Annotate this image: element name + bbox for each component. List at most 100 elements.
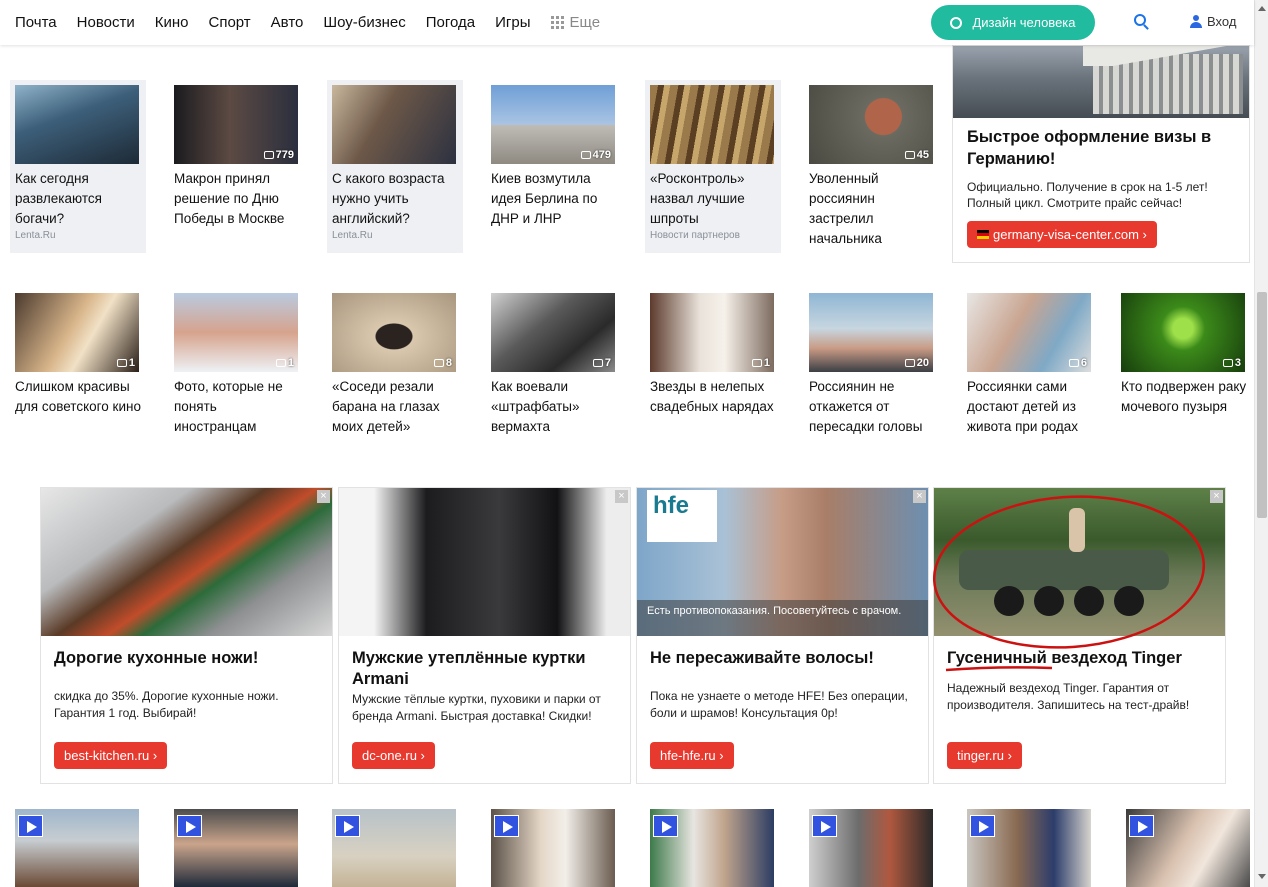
close-icon[interactable]: ×: [913, 490, 926, 503]
play-icon[interactable]: [18, 815, 43, 837]
ad-card[interactable]: × Гусеничный вездеход Tinger Надежный ве…: [933, 487, 1226, 784]
play-icon[interactable]: [494, 815, 519, 837]
nav-item-mail[interactable]: Почта: [15, 14, 57, 31]
play-icon[interactable]: [653, 815, 678, 837]
news-card[interactable]: 1 Фото, которые не понять иностранцам: [169, 288, 305, 438]
news-title[interactable]: Слишком красивы для советского кино: [15, 377, 143, 417]
ad-title[interactable]: Дорогие кухонные ножи!: [54, 648, 324, 669]
page-scrollbar[interactable]: [1254, 0, 1268, 887]
ad-image[interactable]: hfe Есть противопоказания. Посоветуйтесь…: [637, 488, 928, 636]
play-icon[interactable]: [812, 815, 837, 837]
ad-link-button[interactable]: tinger.ru ›: [947, 742, 1022, 769]
news-thumbnail[interactable]: 6: [967, 293, 1091, 372]
news-thumbnail[interactable]: 1: [174, 293, 298, 372]
news-card[interactable]: 779 Макрон принял решение по Дню Победы …: [169, 80, 305, 253]
scroll-up-arrow-icon[interactable]: [1258, 6, 1266, 11]
news-card[interactable]: 7 Как воевали «штрафбаты» вермахта: [486, 288, 622, 438]
ad-title[interactable]: Гусеничный вездеход Tinger: [947, 648, 1217, 669]
ad-link-button[interactable]: dc-one.ru ›: [352, 742, 435, 769]
news-card[interactable]: 6 Россиянки сами достают детей из живота…: [962, 288, 1098, 438]
news-title[interactable]: Россиянин не откажется от пересадки голо…: [809, 377, 937, 437]
login-button[interactable]: Вход: [1190, 14, 1236, 29]
design-human-button[interactable]: Дизайн человека: [931, 5, 1095, 40]
news-card[interactable]: 3 Кто подвержен раку мочевого пузыря: [1116, 288, 1252, 438]
play-icon[interactable]: [335, 815, 360, 837]
ad-image[interactable]: ×: [934, 488, 1225, 636]
ad-image[interactable]: ×: [41, 488, 332, 636]
news-title[interactable]: Кто подвержен раку мочевого пузыря: [1121, 377, 1249, 417]
ad-card[interactable]: × Дорогие кухонные ножи! скидка до 35%. …: [40, 487, 333, 784]
visa-ad-block[interactable]: Быстрое оформление визы в Германию! Офиц…: [952, 45, 1250, 263]
news-title[interactable]: Звезды в нелепых свадебных нарядах: [650, 377, 778, 417]
nav-item-games[interactable]: Игры: [495, 14, 530, 31]
video-thumbnail[interactable]: [174, 809, 298, 887]
news-title[interactable]: Как воевали «штрафбаты» вермахта: [491, 377, 619, 437]
news-title[interactable]: Киев возмутила идея Берлина по ДНР и ЛНР: [491, 169, 619, 229]
close-icon[interactable]: ×: [615, 490, 628, 503]
news-card[interactable]: 8 «Соседи резали барана на глазах моих д…: [327, 288, 463, 438]
nav-item-showbiz[interactable]: Шоу-бизнес: [323, 14, 405, 31]
news-thumbnail[interactable]: 779: [174, 85, 298, 164]
news-thumbnail[interactable]: 20: [809, 293, 933, 372]
close-icon[interactable]: ×: [317, 490, 330, 503]
news-thumbnail[interactable]: 1: [15, 293, 139, 372]
news-card[interactable]: С какого возраста нужно учить английский…: [327, 80, 463, 253]
news-card[interactable]: 479 Киев возмутила идея Берлина по ДНР и…: [486, 80, 622, 253]
video-thumbnail[interactable]: [1126, 809, 1250, 887]
ad-title[interactable]: Мужские утеплённые куртки Armani: [352, 648, 622, 690]
nav-item-sport[interactable]: Спорт: [208, 14, 250, 31]
nav-item-news[interactable]: Новости: [77, 14, 135, 31]
search-icon[interactable]: [1134, 14, 1150, 30]
news-title[interactable]: «Соседи резали барана на глазах моих дет…: [332, 377, 460, 437]
news-thumbnail[interactable]: 479: [491, 85, 615, 164]
video-thumbnail[interactable]: [332, 809, 456, 887]
news-thumbnail[interactable]: 8: [332, 293, 456, 372]
video-thumbnail[interactable]: [809, 809, 933, 887]
news-title[interactable]: Как сегодня развлекаются богачи?: [15, 169, 143, 229]
play-icon[interactable]: [177, 815, 202, 837]
news-thumbnail[interactable]: [15, 85, 139, 164]
video-thumbnail[interactable]: [650, 809, 774, 887]
nav-item-cinema[interactable]: Кино: [155, 14, 189, 31]
ad-title[interactable]: Быстрое оформление визы в Германию!: [967, 126, 1237, 170]
news-thumbnail[interactable]: [332, 85, 456, 164]
news-thumbnail[interactable]: 1: [650, 293, 774, 372]
nav-more-button[interactable]: Еще: [550, 14, 600, 31]
news-thumbnail[interactable]: 45: [809, 85, 933, 164]
ad-link-button[interactable]: germany-visa-center.com ›: [967, 221, 1157, 248]
news-title[interactable]: Уволенный россиянин застрелил начальника: [809, 169, 937, 249]
news-title[interactable]: С какого возраста нужно учить английский…: [332, 169, 460, 229]
ad-link-label: germany-visa-center.com ›: [993, 227, 1147, 242]
ad-card[interactable]: hfe Есть противопоказания. Посоветуйтесь…: [636, 487, 929, 784]
nav-item-auto[interactable]: Авто: [271, 14, 304, 31]
news-card[interactable]: 1 Звезды в нелепых свадебных нарядах: [645, 288, 781, 438]
scrollbar-thumb[interactable]: [1257, 292, 1267, 518]
ad-link-button[interactable]: best-kitchen.ru ›: [54, 742, 168, 769]
news-title[interactable]: Макрон принял решение по Дню Победы в Мо…: [174, 169, 302, 229]
comment-count: 20: [904, 357, 929, 369]
ad-image-reichstag[interactable]: [953, 46, 1249, 118]
play-icon[interactable]: [1129, 815, 1154, 837]
ad-link-button[interactable]: hfe-hfe.ru ›: [650, 742, 734, 769]
scroll-down-arrow-icon[interactable]: [1258, 874, 1266, 879]
news-card[interactable]: 20 Россиянин не откажется от пересадки г…: [804, 288, 940, 438]
close-icon[interactable]: ×: [1210, 490, 1223, 503]
nav-item-weather[interactable]: Погода: [426, 14, 475, 31]
video-thumbnail[interactable]: [967, 809, 1091, 887]
news-title[interactable]: Россиянки сами достают детей из живота п…: [967, 377, 1095, 437]
video-thumbnail[interactable]: [15, 809, 139, 887]
ad-card[interactable]: × Мужские утеплённые куртки Armani Мужск…: [338, 487, 631, 784]
video-thumbnail[interactable]: [491, 809, 615, 887]
news-card[interactable]: 1 Слишком красивы для советского кино: [10, 288, 146, 438]
ad-title[interactable]: Не пересаживайте волосы!: [650, 648, 920, 669]
news-title[interactable]: «Росконтроль» назвал лучшие шпроты: [650, 169, 778, 229]
news-thumbnail[interactable]: 7: [491, 293, 615, 372]
play-icon[interactable]: [970, 815, 995, 837]
news-thumbnail[interactable]: 3: [1121, 293, 1245, 372]
news-card[interactable]: «Росконтроль» назвал лучшие шпроты Новос…: [645, 80, 781, 253]
ad-image[interactable]: ×: [339, 488, 630, 636]
news-card[interactable]: 45 Уволенный россиянин застрелил начальн…: [804, 80, 940, 253]
news-thumbnail[interactable]: [650, 85, 774, 164]
news-card[interactable]: Как сегодня развлекаются богачи? Lenta.R…: [10, 80, 146, 253]
news-title[interactable]: Фото, которые не понять иностранцам: [174, 377, 302, 437]
